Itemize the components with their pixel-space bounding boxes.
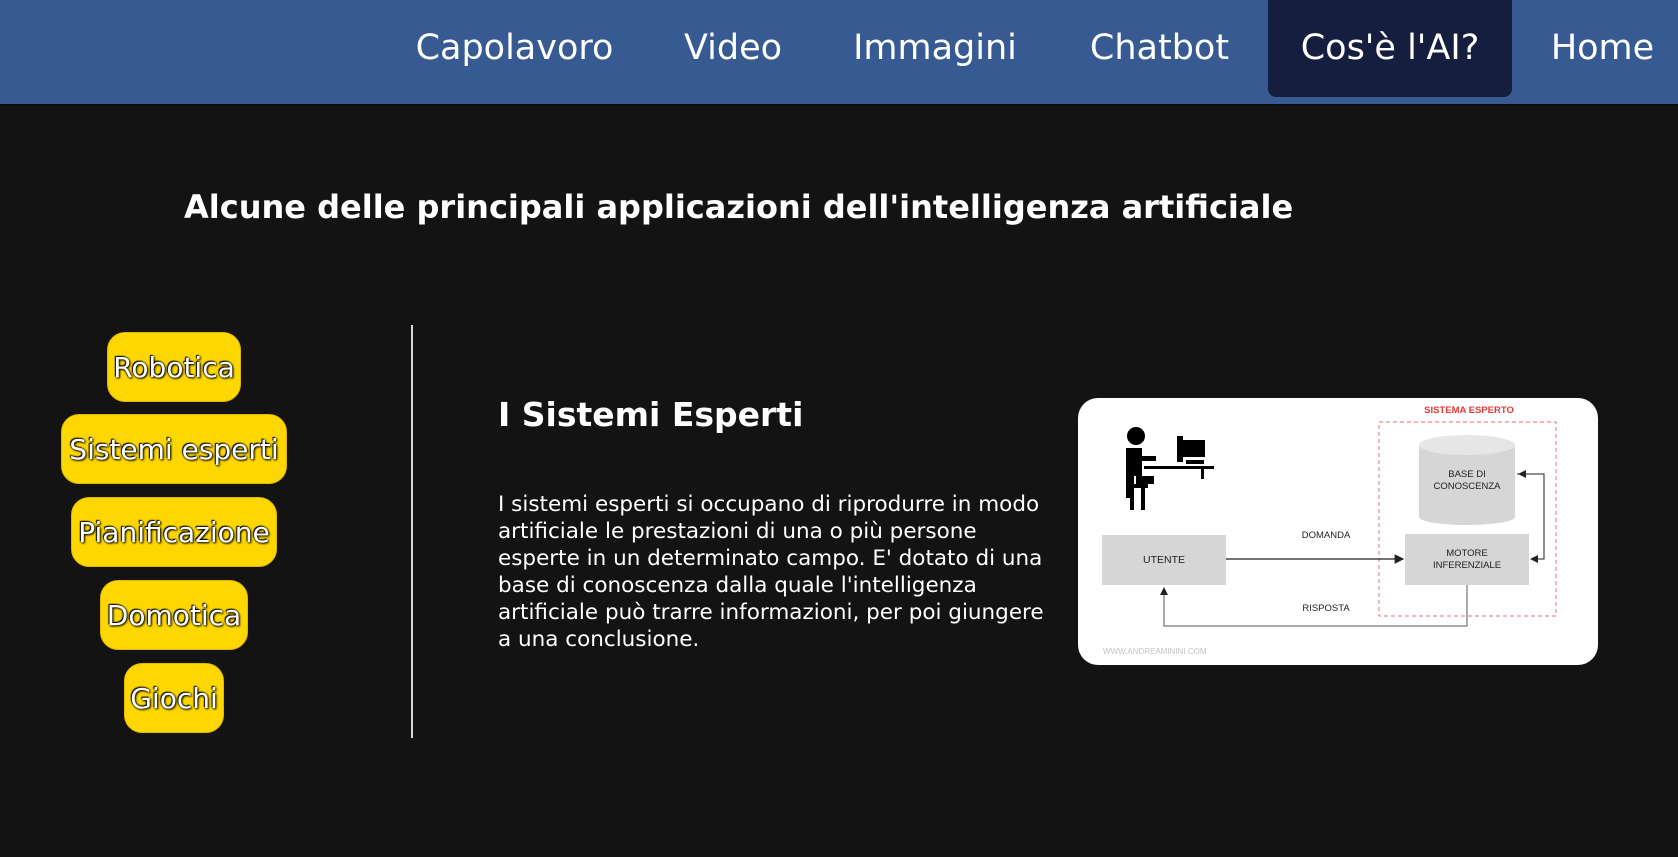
nav-item-home[interactable]: Home	[1535, 0, 1670, 97]
sidebar-button-sistemi-esperti[interactable]: Sistemi esperti	[61, 414, 287, 484]
knowledge-base-icon	[1419, 435, 1515, 525]
nav-item-video[interactable]: Video	[668, 0, 798, 97]
nav-item-capolavoro[interactable]: Capolavoro	[392, 0, 637, 97]
section-description: I sistemi esperti si occupano di riprodu…	[498, 492, 1044, 652]
section-title: I Sistemi Esperti	[498, 395, 804, 434]
system-label: SISTEMA ESPERTO	[1424, 405, 1514, 416]
user-at-computer-icon	[1126, 427, 1214, 510]
vertical-divider	[411, 325, 413, 738]
sidebar-button-pianificazione[interactable]: Pianificazione	[71, 497, 277, 567]
nav-item-cose-lai[interactable]: Cos'è l'AI?	[1268, 0, 1512, 97]
nav-item-immagini[interactable]: Immagini	[837, 0, 1033, 97]
nav-item-chatbot[interactable]: Chatbot	[1075, 0, 1244, 97]
sidebar-button-giochi[interactable]: Giochi	[124, 663, 224, 733]
top-navbar: Capolavoro Video Immagini Chatbot Cos'è …	[0, 0, 1678, 106]
kb-label-line1: BASE DI	[1448, 469, 1486, 480]
request-label: DOMANDA	[1302, 530, 1351, 541]
response-label: RISPOSTA	[1302, 603, 1350, 614]
sidebar-button-robotica[interactable]: Robotica	[107, 332, 241, 402]
expert-system-diagram: SISTEMA ESPERTO BASE DI CONOSCENZA UTENT…	[1078, 398, 1598, 665]
watermark-text: WWW.ANDREAMININI.COM	[1103, 647, 1207, 656]
kb-label-line2: CONOSCENZA	[1433, 481, 1501, 492]
page-title: Alcune delle principali applicazioni del…	[184, 188, 1294, 226]
engine-label-line1: MOTORE	[1446, 548, 1488, 559]
user-label: UTENTE	[1143, 554, 1185, 566]
sidebar-button-domotica[interactable]: Domotica	[100, 580, 248, 650]
engine-label-line2: INFERENZIALE	[1433, 560, 1501, 571]
